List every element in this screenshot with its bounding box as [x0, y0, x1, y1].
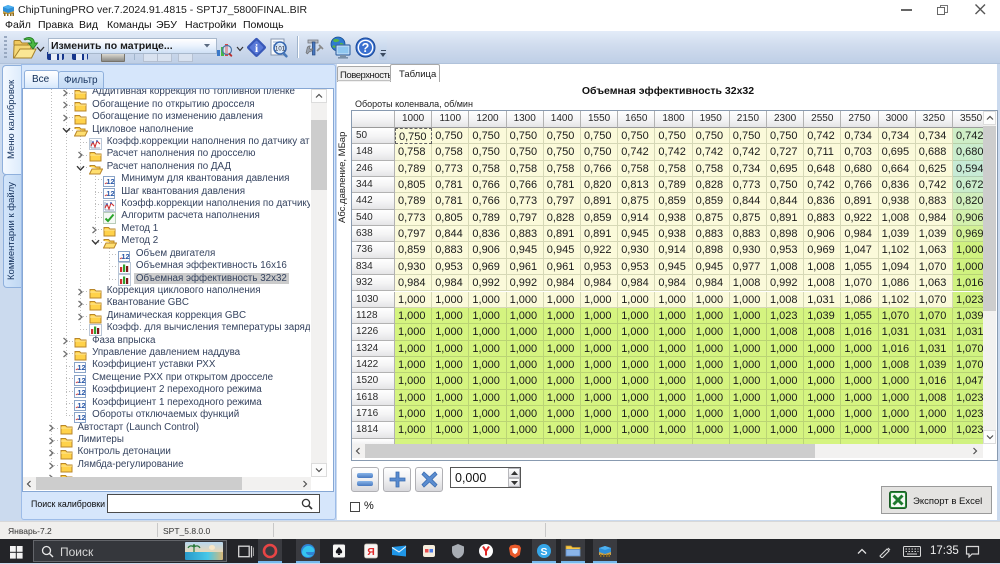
svg-text:12: 12 [121, 252, 129, 261]
svg-text:12: 12 [107, 177, 115, 186]
svg-text:101: 101 [275, 47, 286, 53]
svg-text:12: 12 [77, 388, 85, 397]
svg-text:?: ? [362, 41, 370, 55]
svg-text:12: 12 [107, 189, 115, 198]
svg-text:12: 12 [77, 401, 85, 410]
svg-text:12: 12 [77, 363, 85, 372]
svg-text:12: 12 [77, 376, 85, 385]
svg-text:Я: Я [367, 546, 375, 558]
svg-text:S: S [540, 546, 547, 558]
